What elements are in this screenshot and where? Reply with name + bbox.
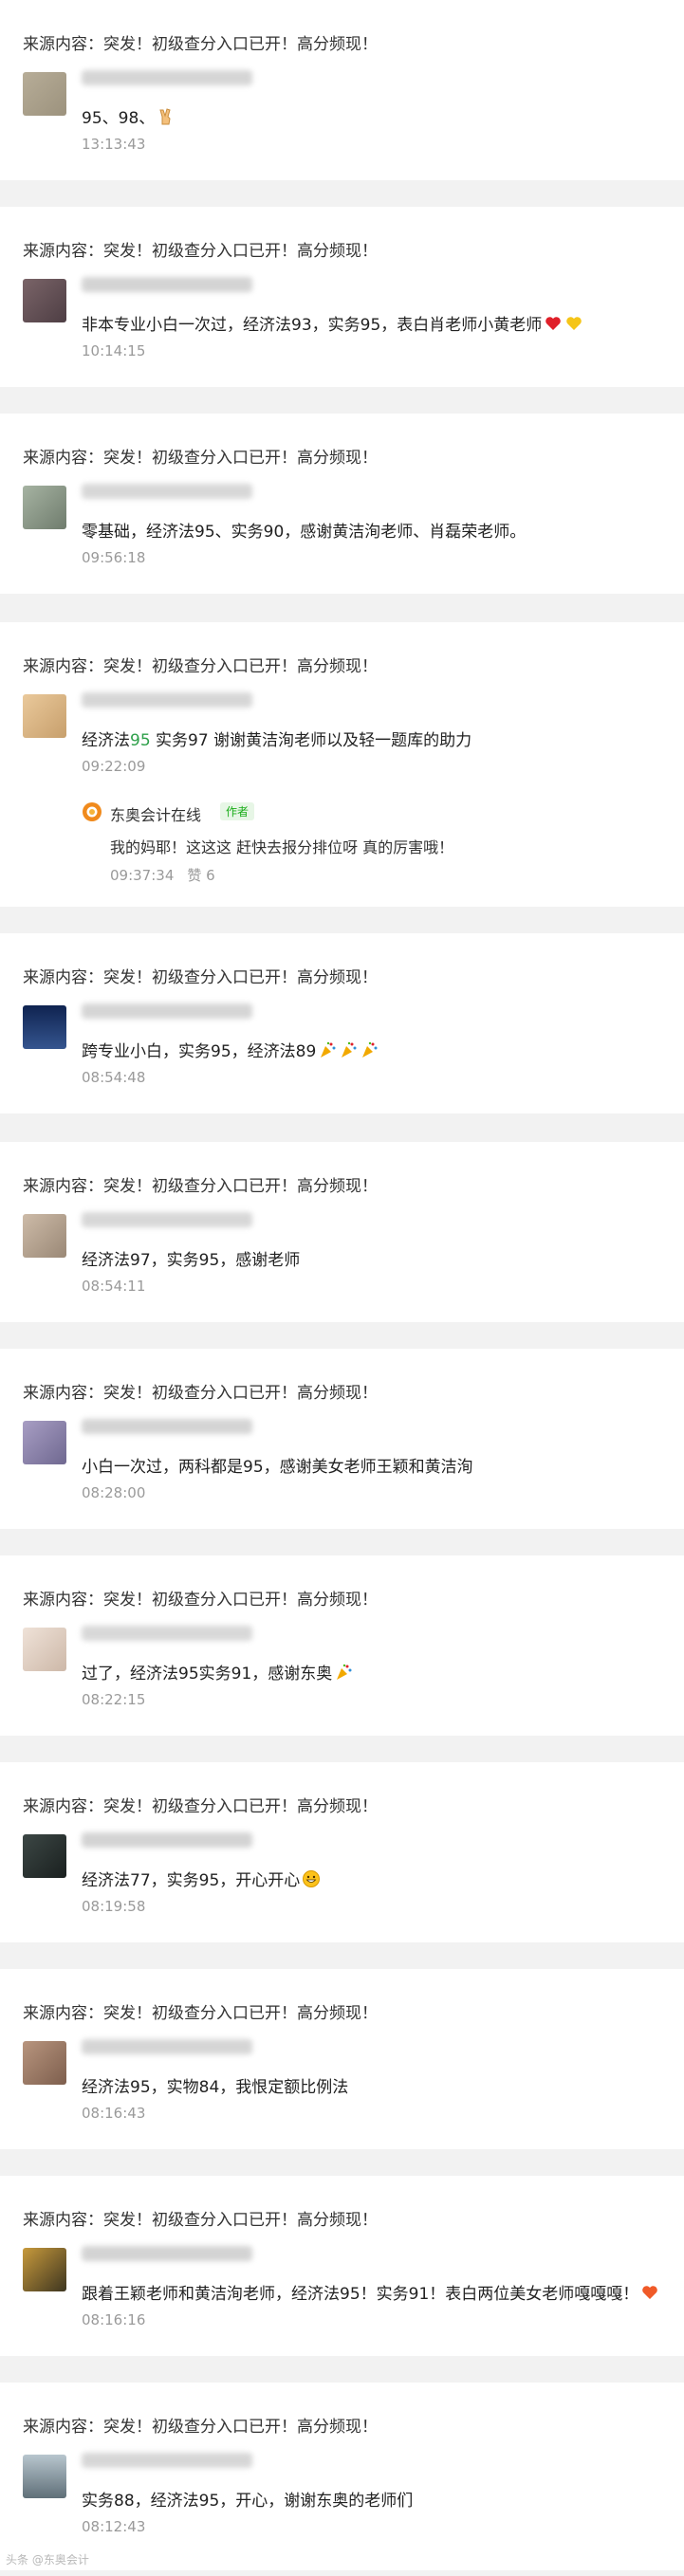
comment-text: 经济法95，实物84，我恨定额比例法 <box>82 2078 349 2097</box>
victory-hand-icon <box>159 108 171 125</box>
source-label: 来源内容：突发！初级查分入口已开！高分频现！ <box>23 2418 378 2437</box>
avatar[interactable] <box>23 486 66 529</box>
comment-time: 08:19:58 <box>82 1898 146 1915</box>
username-blurred[interactable] <box>82 1626 252 1641</box>
username-blurred[interactable] <box>82 692 252 708</box>
username-blurred[interactable] <box>82 1419 252 1434</box>
comment-card: 来源内容：突发！初级查分入口已开！高分频现！ 非本专业小白一次过，经济法93，实… <box>0 207 684 387</box>
party-popper-icon <box>321 1041 336 1058</box>
username-blurred[interactable] <box>82 1003 252 1019</box>
comment-text: 95、98、 <box>82 104 176 128</box>
dongao-logo-icon <box>82 801 102 822</box>
comment-card: 来源内容：突发！初级查分入口已开！高分频现！ 经济法95，实物84，我恨定额比例… <box>0 1969 684 2149</box>
comment-time: 08:12:43 <box>82 2518 146 2535</box>
username-blurred[interactable] <box>82 2246 252 2261</box>
avatar[interactable] <box>23 1214 66 1258</box>
source-label: 来源内容：突发！初级查分入口已开！高分频现！ <box>23 1384 378 1403</box>
comment-card: 来源内容：突发！初级查分入口已开！高分频现！ 零基础，经济法95、实务90，感谢… <box>0 414 684 594</box>
comment-time: 08:54:48 <box>82 1069 146 1086</box>
comment-time: 08:16:43 <box>82 2105 146 2122</box>
avatar[interactable] <box>23 1834 66 1878</box>
party-popper-icon <box>362 1041 378 1058</box>
reply-text: 我的妈耶！这这这 赶快去报分排位呀 真的厉害哦！ <box>110 838 454 856</box>
comment-text: 零基础，经济法95、实务90，感谢黄洁洵老师、肖磊荣老师。 <box>82 523 527 542</box>
comment-time: 10:14:15 <box>82 342 146 359</box>
source-label: 来源内容：突发！初级查分入口已开！高分频现！ <box>23 1177 378 1196</box>
comment-card: 来源内容：突发！初级查分入口已开！高分频现！ 经济法97，实务95，感谢老师 0… <box>0 1142 684 1322</box>
yellow-heart-icon <box>566 317 582 330</box>
comment-card: 来源内容：突发！初级查分入口已开！高分频现！ 经济法77，实务95，开心开心 0… <box>0 1762 684 1942</box>
username-blurred[interactable] <box>82 484 252 499</box>
comment-text: 经济法95 实务97 谢谢黄洁洵老师以及轻一题库的助力 <box>82 731 472 750</box>
source-label: 来源内容：突发！初级查分入口已开！高分频现！ <box>23 968 378 987</box>
source-label: 来源内容：突发！初级查分入口已开！高分频现！ <box>23 35 378 54</box>
comment-time: 13:13:43 <box>82 136 146 153</box>
username-blurred[interactable] <box>82 277 252 292</box>
comment-card: 来源内容：突发！初级查分入口已开！高分频现！ 实务88，经济法95，开心，谢谢东… <box>0 2383 684 2570</box>
avatar[interactable] <box>23 279 66 322</box>
comment-time: 08:28:00 <box>82 1484 146 1501</box>
like-count[interactable]: 赞 6 <box>187 867 214 884</box>
source-label: 来源内容：突发！初级查分入口已开！高分频现！ <box>23 449 378 468</box>
username-blurred[interactable] <box>82 2039 252 2054</box>
party-popper-icon <box>342 1041 357 1058</box>
comment-text: 过了，经济法95实务91，感谢东奥 <box>82 1660 353 1684</box>
red-heart-icon <box>545 317 562 330</box>
avatar[interactable] <box>23 1421 66 1464</box>
comment-time: 09:22:09 <box>82 758 146 775</box>
username-blurred[interactable] <box>82 1212 252 1227</box>
avatar[interactable] <box>23 1005 66 1049</box>
reply-author-name[interactable]: 东奥会计在线 <box>110 802 201 825</box>
comment-time: 08:16:16 <box>82 2311 146 2328</box>
avatar[interactable] <box>23 694 66 738</box>
avatar[interactable] <box>23 2041 66 2085</box>
avatar[interactable] <box>23 2248 66 2291</box>
comment-time: 08:54:11 <box>82 1278 146 1295</box>
comment-text: 经济法97，实务95，感谢老师 <box>82 1251 301 1270</box>
comment-card: 来源内容：突发！初级查分入口已开！高分频现！ 经济法95 实务97 谢谢黄洁洵老… <box>0 622 684 907</box>
comment-text: 实务88，经济法95，开心，谢谢东奥的老师们 <box>82 2492 414 2511</box>
username-blurred[interactable] <box>82 70 252 85</box>
source-label: 来源内容：突发！初级查分入口已开！高分频现！ <box>23 657 378 676</box>
username-blurred[interactable] <box>82 2453 252 2468</box>
avatar[interactable] <box>23 72 66 116</box>
source-label: 来源内容：突发！初级查分入口已开！高分频现！ <box>23 242 378 261</box>
comment-card: 来源内容：突发！初级查分入口已开！高分频现！ 跟着王颖老师和黄洁洵老师，经济法9… <box>0 2176 684 2356</box>
party-popper-icon <box>337 1664 352 1680</box>
avatar[interactable] <box>23 2455 66 2498</box>
comment-time: 08:22:15 <box>82 1691 146 1708</box>
comment-text: 跨专业小白，实务95，经济法89 <box>82 1038 379 1061</box>
comment-time: 09:56:18 <box>82 549 146 566</box>
comment-card: 来源内容：突发！初级查分入口已开！高分频现！ 跨专业小白，实务95，经济法89 … <box>0 933 684 1113</box>
username-blurred[interactable] <box>82 1832 252 1848</box>
grinning-face-icon <box>303 1870 321 1887</box>
reply-time: 09:37:34 <box>110 867 175 884</box>
avatar[interactable] <box>23 1628 66 1671</box>
source-label: 来源内容：突发！初级查分入口已开！高分频现！ <box>23 2004 378 2023</box>
comment-text: 跟着王颖老师和黄洁洵老师，经济法95！实务91！表白两位美女老师嘎嘎嘎！ <box>82 2280 659 2304</box>
source-label: 来源内容：突发！初级查分入口已开！高分频现！ <box>23 2211 378 2230</box>
comment-card: 来源内容：突发！初级查分入口已开！高分频现！ 95、98、 13:13:43 <box>0 0 684 180</box>
comment-card: 来源内容：突发！初级查分入口已开！高分频现！ 小白一次过，两科都是95，感谢美女… <box>0 1349 684 1529</box>
reply-meta: 09:37:34 赞 6 <box>110 865 229 885</box>
watermark: 头条 @东奥会计 <box>6 2553 89 2567</box>
comment-feed: 来源内容：突发！初级查分入口已开！高分频现！ 95、98、 13:13:43 来… <box>0 0 684 2576</box>
comment-text: 小白一次过，两科都是95，感谢美女老师王颖和黄洁洵 <box>82 1458 473 1477</box>
source-label: 来源内容：突发！初级查分入口已开！高分频现！ <box>23 1797 378 1816</box>
source-label: 来源内容：突发！初级查分入口已开！高分频现！ <box>23 1591 378 1610</box>
comment-card: 来源内容：突发！初级查分入口已开！高分频现！ 过了，经济法95实务91，感谢东奥… <box>0 1555 684 1736</box>
comment-text: 经济法77，实务95，开心开心 <box>82 1867 321 1890</box>
comment-text: 非本专业小白一次过，经济法93，实务95，表白肖老师小黄老师 <box>82 311 583 335</box>
author-badge: 作者 <box>220 802 255 820</box>
red-heart-icon <box>642 2286 658 2299</box>
